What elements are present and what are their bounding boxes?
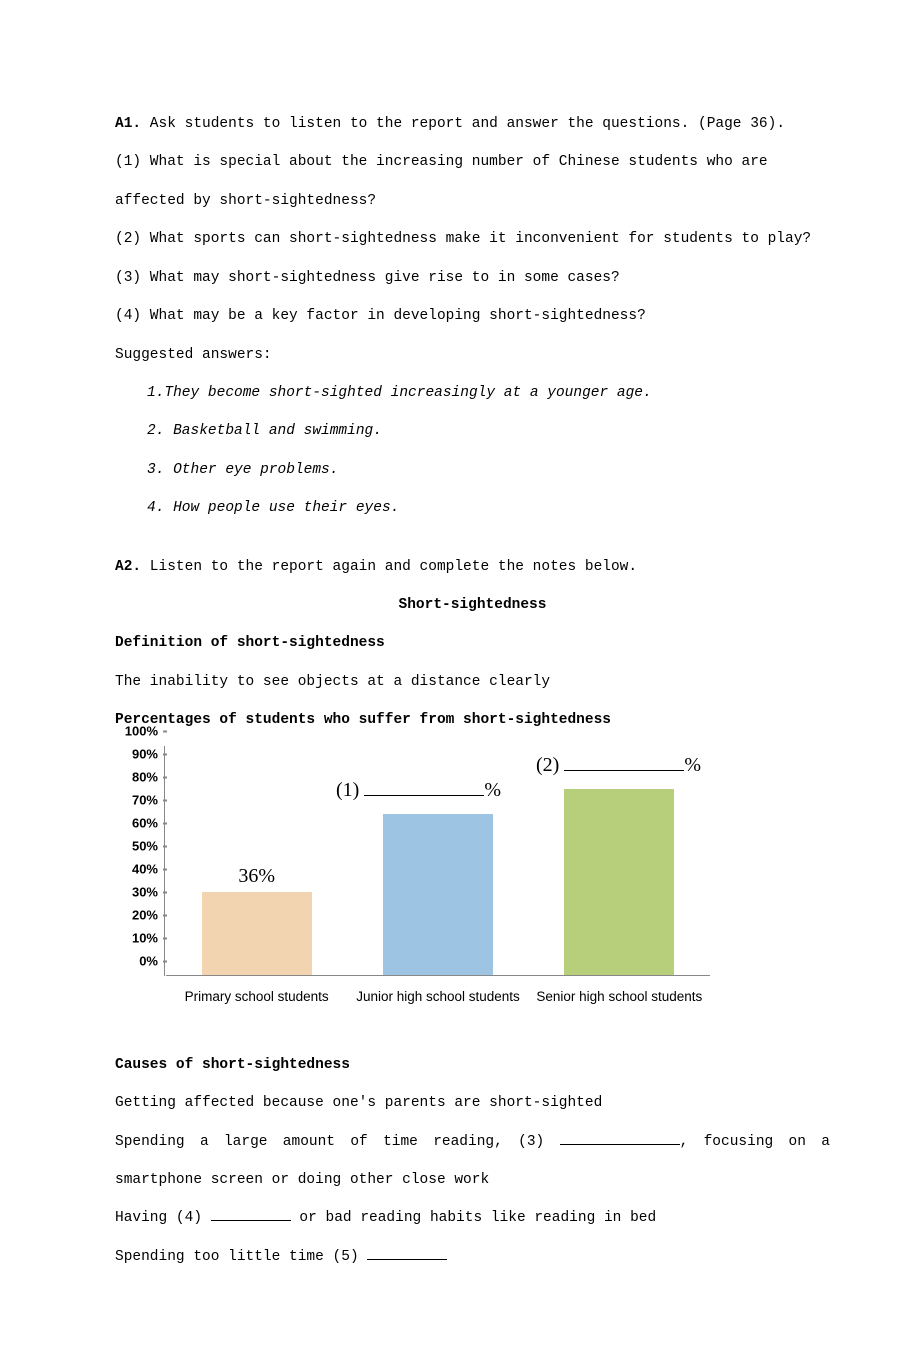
y-tick: 10% — [132, 930, 158, 945]
a1-intro: A1. Ask students to listen to the report… — [115, 105, 830, 143]
blank-1[interactable] — [364, 776, 484, 796]
blank-4[interactable] — [211, 1207, 291, 1222]
bar-senior — [564, 789, 674, 974]
chart-x-labels: Primary school students Junior high scho… — [166, 982, 710, 1036]
a1-q2: (2) What sports can short-sightedness ma… — [115, 220, 830, 258]
y-tick: 50% — [132, 838, 158, 853]
ann1-suffix: % — [484, 779, 501, 801]
y-tick: 0% — [139, 953, 158, 968]
a2-cause3: Having (4) or bad reading habits like re… — [115, 1199, 830, 1237]
a2-cause1: Getting affected because one's parents a… — [115, 1084, 830, 1122]
a2-pct-heading: Percentages of students who suffer from … — [115, 701, 830, 739]
x-label-2: Junior high school students — [348, 982, 528, 1036]
y-tick: 30% — [132, 884, 158, 899]
a2-def-heading: Definition of short-sightedness — [115, 624, 830, 662]
a2-def-text: The inability to see objects at a distan… — [115, 663, 830, 701]
y-tick: 90% — [132, 746, 158, 761]
a1-ans2: 2. Basketball and swimming. — [115, 412, 830, 450]
bar-label-1: 36% — [238, 865, 275, 888]
y-tick: 60% — [132, 815, 158, 830]
y-tick: 40% — [132, 861, 158, 876]
a2-causes-heading: Causes of short-sightedness — [115, 1046, 830, 1084]
cause2a: Spending a large amount of time reading,… — [115, 1134, 560, 1150]
ann2-prefix: (2) — [536, 754, 564, 776]
chart-plot: 36% (1) % (2) % — [166, 746, 710, 976]
cause3b: or bad reading habits like reading in be… — [291, 1210, 656, 1226]
a2-title: Short-sightedness — [115, 586, 830, 624]
y-tick: 100% — [125, 723, 158, 738]
y-tick: 80% — [132, 769, 158, 784]
chart: 0% 10% 20% 30% 40% 50% 60% 70% 80% 90% 1… — [120, 746, 710, 1036]
a1-q1: (1) What is special about the increasing… — [115, 143, 830, 220]
a2-heading: A2. — [115, 559, 141, 575]
a2-cause2: Spending a large amount of time reading,… — [115, 1123, 830, 1200]
y-tick: 20% — [132, 907, 158, 922]
y-tick: 70% — [132, 792, 158, 807]
bar-col-primary: 36% — [167, 746, 347, 975]
a1-intro-text: Ask students to listen to the report and… — [141, 116, 785, 132]
x-label-3: Senior high school students — [530, 982, 710, 1036]
cause3a: Having (4) — [115, 1210, 211, 1226]
blank-3[interactable] — [560, 1130, 680, 1145]
a1-q3: (3) What may short-sightedness give rise… — [115, 259, 830, 297]
a2-intro: A2. Listen to the report again and compl… — [115, 548, 830, 586]
a1-ans4: 4. How people use their eyes. — [115, 489, 830, 527]
bar-primary — [202, 892, 312, 974]
annotation-2[interactable]: (2) % — [536, 751, 701, 777]
a1-heading: A1. — [115, 116, 141, 132]
a1-q4: (4) What may be a key factor in developi… — [115, 297, 830, 335]
x-label-1: Primary school students — [167, 982, 347, 1036]
a2-intro-text: Listen to the report again and complete … — [141, 559, 637, 575]
a1-ans1: 1.They become short-sighted increasingly… — [115, 374, 830, 412]
ann1-prefix: (1) — [336, 779, 364, 801]
a1-suggested: Suggested answers: — [115, 336, 830, 374]
ann2-suffix: % — [684, 754, 701, 776]
a1-ans3: 3. Other eye problems. — [115, 451, 830, 489]
cause4a: Spending too little time (5) — [115, 1249, 367, 1265]
bar-col-senior — [530, 746, 710, 975]
blank-5[interactable] — [367, 1245, 447, 1260]
annotation-1[interactable]: (1) % — [336, 776, 501, 802]
blank-2[interactable] — [564, 751, 684, 771]
bar-junior — [383, 814, 493, 974]
chart-y-axis: 0% 10% 20% 30% 40% 50% 60% 70% 80% 90% 1… — [120, 746, 165, 976]
a2-cause4: Spending too little time (5) — [115, 1238, 830, 1276]
